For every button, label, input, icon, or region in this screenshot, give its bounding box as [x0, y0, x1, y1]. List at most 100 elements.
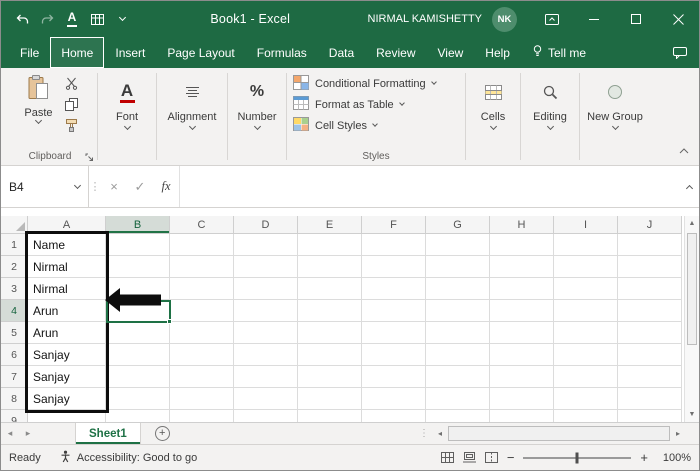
column-header-G[interactable]: G: [426, 216, 490, 234]
copy-icon[interactable]: [63, 96, 81, 113]
cell-F9[interactable]: [362, 410, 426, 422]
zoom-slider[interactable]: [523, 452, 632, 463]
cell-E9[interactable]: [298, 410, 362, 422]
cell-D1[interactable]: [234, 234, 298, 256]
tab-help[interactable]: Help: [474, 37, 521, 68]
cell-C5[interactable]: [170, 322, 234, 344]
cell-I5[interactable]: [554, 322, 618, 344]
horizontal-scrollbar[interactable]: ◂ ▸: [433, 423, 685, 444]
normal-view-icon[interactable]: [440, 452, 454, 463]
maximize-button[interactable]: [615, 1, 657, 37]
cell-G3[interactable]: [426, 278, 490, 300]
format-painter-icon[interactable]: [63, 117, 81, 134]
tab-data[interactable]: Data: [318, 37, 365, 68]
page-break-view-icon[interactable]: [484, 452, 498, 463]
cell-C7[interactable]: [170, 366, 234, 388]
cell-F4[interactable]: [362, 300, 426, 322]
cell-H7[interactable]: [490, 366, 554, 388]
cell-B6[interactable]: [106, 344, 170, 366]
row-header-6[interactable]: 6: [1, 344, 28, 366]
underline-icon[interactable]: A: [61, 6, 83, 32]
cell-B1[interactable]: [106, 234, 170, 256]
cell-B9[interactable]: [106, 410, 170, 422]
scroll-up-icon[interactable]: ▲: [685, 216, 699, 231]
cell-E3[interactable]: [298, 278, 362, 300]
formula-input[interactable]: [179, 166, 679, 207]
column-header-H[interactable]: H: [490, 216, 554, 234]
cell-F2[interactable]: [362, 256, 426, 278]
alignment-group-button[interactable]: Alignment: [157, 68, 227, 165]
column-header-B[interactable]: B: [106, 216, 170, 234]
formula-bar-expand-icon[interactable]: [679, 166, 699, 207]
tab-page-layout[interactable]: Page Layout: [156, 37, 245, 68]
cell-C9[interactable]: [170, 410, 234, 422]
column-header-J[interactable]: J: [618, 216, 682, 234]
customize-qat-icon[interactable]: [111, 6, 133, 32]
cell-G5[interactable]: [426, 322, 490, 344]
cell-D8[interactable]: [234, 388, 298, 410]
vertical-scrollbar-thumb[interactable]: [687, 233, 697, 345]
cell-D9[interactable]: [234, 410, 298, 422]
cell-C2[interactable]: [170, 256, 234, 278]
cell-I2[interactable]: [554, 256, 618, 278]
cell-A7[interactable]: Sanjay: [28, 366, 106, 388]
column-header-A[interactable]: A: [28, 216, 106, 234]
cell-I9[interactable]: [554, 410, 618, 422]
cell-F3[interactable]: [362, 278, 426, 300]
cell-J7[interactable]: [618, 366, 682, 388]
row-header-1[interactable]: 1: [1, 234, 28, 256]
vertical-scrollbar[interactable]: ▲ ▼: [684, 216, 699, 422]
cell-A1[interactable]: Name: [28, 234, 106, 256]
tab-view[interactable]: View: [427, 37, 475, 68]
cell-E7[interactable]: [298, 366, 362, 388]
cell-A6[interactable]: Sanjay: [28, 344, 106, 366]
cell-E1[interactable]: [298, 234, 362, 256]
cell-F7[interactable]: [362, 366, 426, 388]
zoom-level[interactable]: 100%: [657, 452, 691, 464]
cells-group-button[interactable]: Cells: [466, 68, 520, 165]
cell-I1[interactable]: [554, 234, 618, 256]
redo-icon[interactable]: [36, 6, 58, 32]
new-group-button[interactable]: New Group: [580, 68, 650, 165]
sheet-nav-left-icon[interactable]: ◂: [1, 423, 19, 444]
cell-F1[interactable]: [362, 234, 426, 256]
cell-A3[interactable]: Nirmal: [28, 278, 106, 300]
cell-J1[interactable]: [618, 234, 682, 256]
cell-H4[interactable]: [490, 300, 554, 322]
font-group-button[interactable]: A Font: [98, 68, 156, 165]
row-header-5[interactable]: 5: [1, 322, 28, 344]
cell-H1[interactable]: [490, 234, 554, 256]
new-sheet-icon[interactable]: +: [154, 426, 170, 441]
minimize-button[interactable]: [573, 1, 615, 37]
row-header-4[interactable]: 4: [1, 300, 28, 322]
cell-A5[interactable]: Arun: [28, 322, 106, 344]
user-name[interactable]: NIRMAL KAMISHETTY: [368, 13, 483, 25]
cell-I3[interactable]: [554, 278, 618, 300]
cell-C8[interactable]: [170, 388, 234, 410]
cell-I7[interactable]: [554, 366, 618, 388]
cell-F5[interactable]: [362, 322, 426, 344]
cell-G7[interactable]: [426, 366, 490, 388]
ribbon-display-options-icon[interactable]: [531, 1, 573, 37]
enter-check-icon[interactable]: ✓: [127, 166, 153, 207]
fill-handle[interactable]: [167, 319, 172, 324]
cut-icon[interactable]: [63, 75, 81, 92]
cell-D5[interactable]: [234, 322, 298, 344]
user-avatar[interactable]: NK: [492, 6, 517, 32]
cell-G9[interactable]: [426, 410, 490, 422]
column-header-E[interactable]: E: [298, 216, 362, 234]
cell-C6[interactable]: [170, 344, 234, 366]
cancel-icon[interactable]: ×: [101, 166, 127, 207]
cell-H8[interactable]: [490, 388, 554, 410]
cell-D6[interactable]: [234, 344, 298, 366]
cell-B8[interactable]: [106, 388, 170, 410]
editing-group-button[interactable]: Editing: [521, 68, 579, 165]
scroll-left-icon[interactable]: ◂: [433, 423, 447, 444]
cell-A8[interactable]: Sanjay: [28, 388, 106, 410]
tab-scroll-splitter[interactable]: ⋮: [419, 423, 429, 444]
cell-D7[interactable]: [234, 366, 298, 388]
tab-formulas[interactable]: Formulas: [246, 37, 318, 68]
insert-function-icon[interactable]: fx: [153, 166, 179, 207]
cell-J2[interactable]: [618, 256, 682, 278]
conditional-formatting-button[interactable]: Conditional Formatting: [293, 74, 465, 93]
